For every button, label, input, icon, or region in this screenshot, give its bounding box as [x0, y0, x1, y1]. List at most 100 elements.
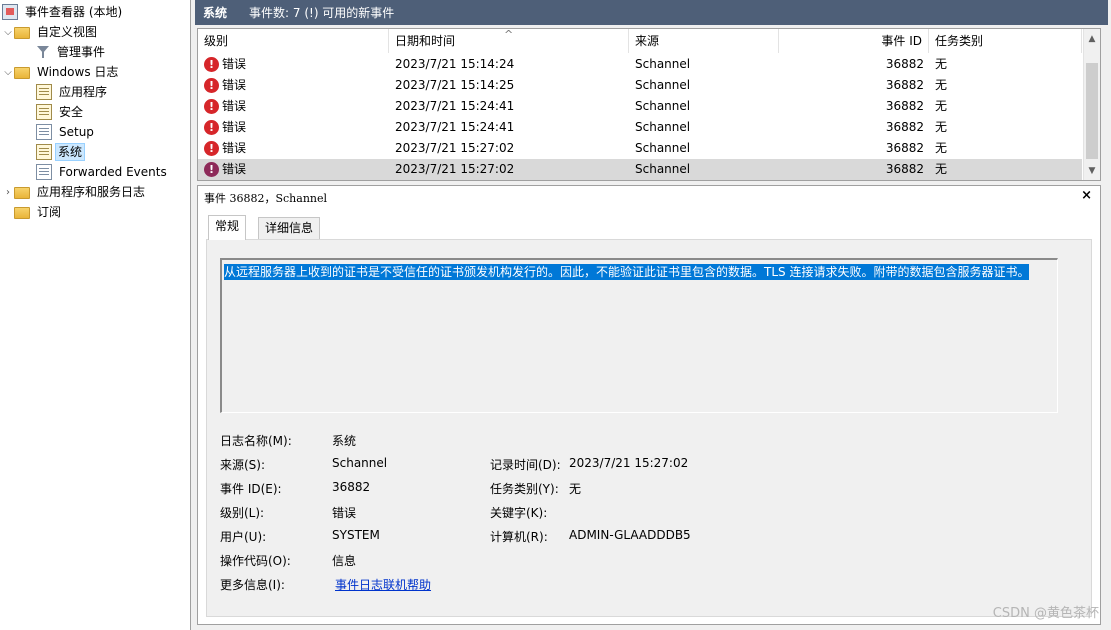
tab-content: 从远程服务器上收到的证书是不受信任的证书颁发机构发行的。因此，不能验证此证书里包…: [206, 239, 1092, 617]
keywords-label: 关键字(K):: [490, 506, 548, 520]
event-source: Schannel: [635, 57, 691, 71]
logged-label: 记录时间(D):: [490, 458, 561, 472]
tree-item-security[interactable]: 安全: [36, 102, 87, 122]
tree-item-custom-views[interactable]: ⌵ 自定义视图: [2, 22, 101, 42]
column-header-task-category[interactable]: 任务类别: [929, 29, 1082, 53]
description-box[interactable]: 从远程服务器上收到的证书是不受信任的证书颁发机构发行的。因此，不能验证此证书里包…: [220, 258, 1058, 413]
tab-details[interactable]: 详细信息: [258, 217, 321, 239]
event-level: 错误: [222, 78, 247, 92]
event-datetime: 2023/7/21 15:14:25: [395, 78, 515, 92]
user-value: SYSTEM: [332, 528, 380, 542]
column-label: 日期和时间: [395, 34, 456, 48]
subscription-icon: [14, 207, 30, 219]
log-icon: [36, 104, 52, 120]
event-row[interactable]: ! 错误 2023/7/21 15:14:24 Schannel 36882 无: [198, 54, 1082, 75]
event-level: 错误: [222, 99, 247, 113]
log-name-label: 日志名称(M):: [220, 434, 292, 448]
error-icon: !: [204, 162, 219, 177]
event-level: 错误: [222, 162, 247, 176]
event-list: 级别 日期和时间 ^ 来源 事件 ID 任务类别 ! 错误 2023/7/21 1…: [197, 28, 1101, 181]
event-source: Schannel: [635, 141, 691, 155]
tree-item-administrative-events[interactable]: 管理事件: [36, 42, 109, 62]
log-title: 系统: [203, 6, 228, 20]
event-task: 无: [935, 120, 948, 134]
tree-item-system[interactable]: 系统: [36, 142, 86, 162]
task-category-label: 任务类别(Y):: [490, 482, 559, 496]
event-id-label: 事件 ID(E):: [220, 482, 282, 496]
event-source: Schannel: [635, 78, 691, 92]
event-source: Schannel: [635, 99, 691, 113]
list-scrollbar[interactable]: ▲ ▼: [1083, 29, 1100, 180]
opcode-value: 信息: [332, 554, 357, 568]
description-text: 从远程服务器上收到的证书是不受信任的证书颁发机构发行的。因此，不能验证此证书里包…: [224, 264, 1030, 280]
log-name-value: 系统: [332, 434, 357, 448]
opcode-label: 操作代码(O):: [220, 554, 291, 568]
tree-item-subscriptions[interactable]: 订阅: [14, 202, 65, 222]
tree-item-applications-and-services-logs[interactable]: › 应用程序和服务日志: [2, 182, 149, 202]
sort-ascending-icon: ^: [504, 28, 514, 41]
event-task: 无: [935, 141, 948, 155]
user-label: 用户(U):: [220, 530, 267, 544]
event-datetime: 2023/7/21 15:27:02: [395, 162, 515, 176]
event-id-value: 36882: [332, 480, 371, 494]
log-icon: [36, 144, 52, 160]
log-header: 系统 事件数: 7 (!) 可用的新事件: [195, 0, 1108, 25]
tree-item-setup[interactable]: Setup: [36, 122, 98, 142]
event-level: 错误: [222, 120, 247, 134]
event-source: Schannel: [635, 120, 691, 134]
column-header-level[interactable]: 级别: [198, 29, 389, 53]
tree-item-forwarded-events[interactable]: Forwarded Events: [36, 162, 171, 182]
error-icon: !: [204, 57, 219, 72]
event-source: Schannel: [635, 162, 691, 176]
log-icon: [36, 124, 52, 140]
event-count: 事件数: 7 (!) 可用的新事件: [249, 6, 395, 20]
navigation-tree: 事件查看器 (本地) ⌵ 自定义视图 管理事件 ⌵ Windows 日志 应用程…: [0, 0, 191, 630]
tree-item-application[interactable]: 应用程序: [36, 82, 111, 102]
close-icon[interactable]: ×: [1081, 188, 1092, 203]
event-row[interactable]: ! 错误 2023/7/21 15:27:02 Schannel 36882 无: [198, 138, 1082, 159]
tab-general[interactable]: 常规: [208, 215, 247, 240]
log-icon: [36, 84, 52, 100]
tree-item-event-viewer[interactable]: 事件查看器 (本地): [2, 2, 126, 22]
error-icon: !: [204, 141, 219, 156]
tree-item-windows-logs[interactable]: ⌵ Windows 日志: [2, 62, 122, 82]
chevron-down-icon[interactable]: ⌵: [2, 64, 14, 80]
event-id: 36882: [885, 162, 924, 176]
level-label: 级别(L):: [220, 506, 265, 520]
event-id: 36882: [885, 120, 924, 134]
event-id: 36882: [885, 78, 924, 92]
event-detail-pane: 事件 36882，Schannel × 常规 详细信息 从远程服务器上收到的证书…: [197, 185, 1101, 625]
computer-label: 计算机(R):: [490, 530, 548, 544]
column-header-datetime[interactable]: 日期和时间 ^: [389, 29, 629, 53]
source-value: Schannel: [332, 456, 388, 470]
event-row[interactable]: ! 错误 2023/7/21 15:14:25 Schannel 36882 无: [198, 75, 1082, 96]
event-row[interactable]: ! 错误 2023/7/21 15:24:41 Schannel 36882 无: [198, 96, 1082, 117]
event-row-selected[interactable]: ! 错误 2023/7/21 15:27:02 Schannel 36882 无: [198, 159, 1082, 180]
scroll-up-icon[interactable]: ▲: [1084, 31, 1100, 47]
event-id: 36882: [885, 57, 924, 71]
event-row[interactable]: ! 错误 2023/7/21 15:24:41 Schannel 36882 无: [198, 117, 1082, 138]
error-icon: !: [204, 78, 219, 93]
watermark: CSDN @黄色茶杯: [992, 606, 1099, 621]
event-datetime: 2023/7/21 15:24:41: [395, 120, 515, 134]
event-task: 无: [935, 78, 948, 92]
event-task: 无: [935, 57, 948, 71]
event-viewer-icon: [2, 4, 18, 20]
task-category-value: 无: [569, 482, 582, 496]
column-header-event-id[interactable]: 事件 ID: [779, 29, 929, 53]
error-icon: !: [204, 99, 219, 114]
event-id: 36882: [885, 99, 924, 113]
scroll-down-icon[interactable]: ▼: [1084, 163, 1100, 179]
scroll-thumb[interactable]: [1086, 63, 1098, 159]
log-icon: [36, 164, 52, 180]
chevron-down-icon[interactable]: ⌵: [2, 24, 14, 40]
column-header-source[interactable]: 来源: [629, 29, 779, 53]
level-value: 错误: [332, 506, 357, 520]
event-level: 错误: [222, 57, 247, 71]
chevron-right-icon[interactable]: ›: [2, 184, 14, 200]
event-task: 无: [935, 99, 948, 113]
source-label: 来源(S):: [220, 458, 266, 472]
error-icon: !: [204, 120, 219, 135]
folder-icon: [14, 27, 30, 39]
online-help-link[interactable]: 事件日志联机帮助: [335, 576, 431, 593]
